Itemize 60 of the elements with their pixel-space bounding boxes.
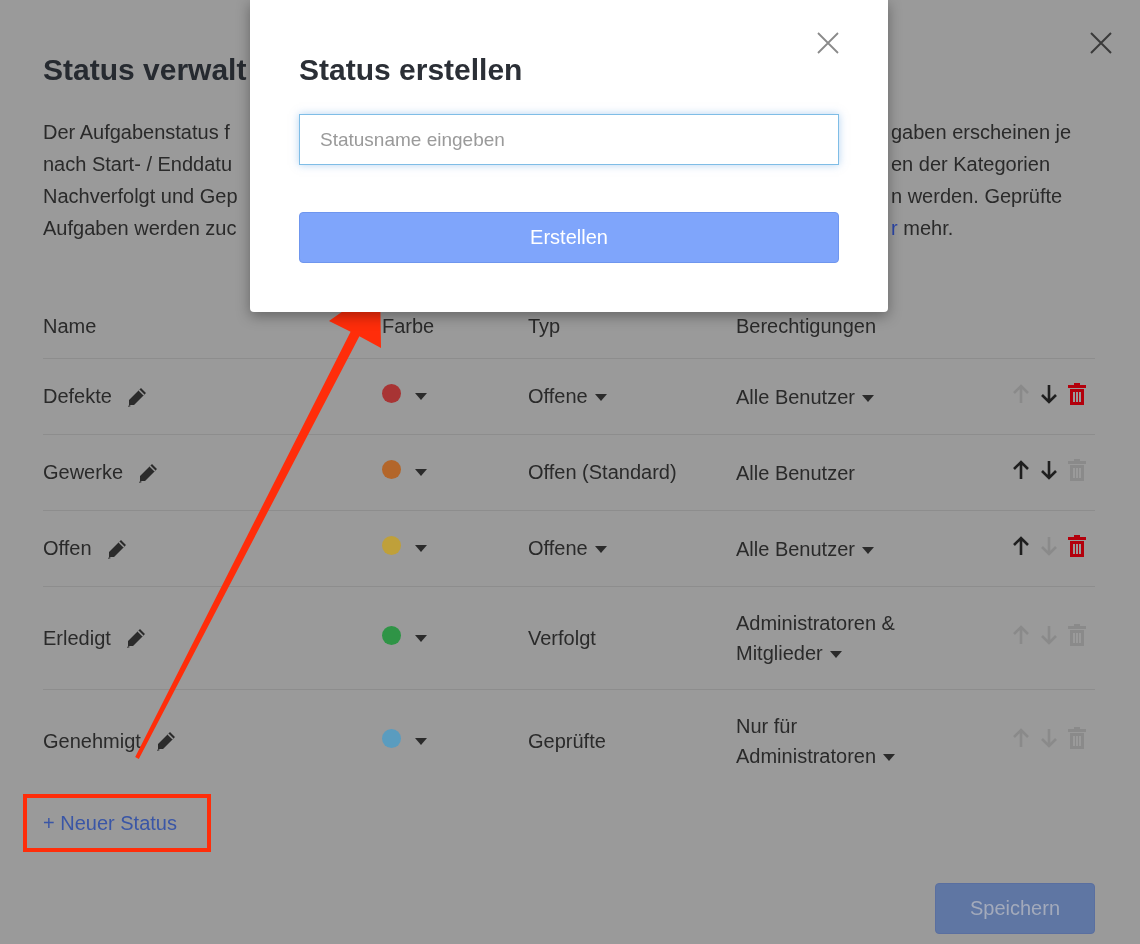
caret-icon[interactable] [415, 545, 427, 552]
trash-icon[interactable] [1068, 382, 1086, 405]
type-text[interactable]: Offene [528, 537, 607, 560]
description-text: Aufgaben werden zuc [43, 216, 238, 241]
column-header: Berechtigungen [736, 314, 878, 338]
pencil-icon[interactable] [137, 461, 160, 484]
type-text: Offen (Standard) [528, 461, 677, 484]
description-text: gaben erscheinen je [891, 121, 1072, 143]
caret-icon[interactable] [594, 394, 607, 402]
status-name: Defekte [43, 385, 112, 408]
caret-icon[interactable] [861, 546, 874, 554]
description-text: en der Kategorien [891, 153, 1050, 175]
color-dot[interactable] [382, 536, 401, 555]
permission-text[interactable]: Alle Benutzer [736, 381, 874, 412]
type-text[interactable]: Offene [528, 385, 607, 408]
type-text: Verfolgt [528, 626, 596, 650]
color-dot[interactable] [382, 460, 401, 479]
pencil-icon[interactable] [154, 730, 177, 752]
color-dot[interactable] [382, 384, 401, 403]
up-arrow-icon[interactable] [1012, 535, 1030, 556]
description-text: Der Aufgabenstatus f [43, 120, 231, 145]
column-header: Farbe [382, 314, 436, 338]
type-text: Geprüfte [528, 729, 606, 753]
color-dot[interactable] [382, 625, 401, 645]
caret-icon[interactable] [594, 546, 607, 554]
description-text: n werden. Geprüfte [891, 185, 1063, 207]
panel-title: Status verwalt [43, 52, 247, 88]
caret-icon[interactable] [415, 737, 427, 745]
status-name-field[interactable]: Statusname eingeben [299, 114, 839, 165]
up-arrow-icon[interactable] [1012, 459, 1030, 480]
caret-icon[interactable] [829, 651, 842, 659]
column-header: Name [43, 314, 98, 338]
down-arrow-icon[interactable] [1040, 383, 1058, 404]
description-link[interactable]: r [891, 217, 898, 239]
description-text: mehr. [902, 217, 954, 239]
caret-icon[interactable] [883, 754, 896, 762]
status-name: Offen [43, 537, 92, 560]
column-header: Typ [528, 314, 562, 338]
caret-icon[interactable] [415, 393, 427, 400]
permission-text[interactable]: Nur für Administratoren [736, 711, 926, 771]
pencil-icon[interactable] [125, 385, 148, 408]
close-icon[interactable] [1090, 32, 1112, 54]
down-arrow-icon[interactable] [1040, 459, 1058, 480]
permission-text[interactable]: Administratoren & Mitglieder [736, 608, 926, 668]
close-icon[interactable] [817, 32, 839, 54]
pencil-icon[interactable] [124, 627, 147, 649]
status-name: Erledigt [43, 626, 111, 650]
status-name: Genehmigt [43, 729, 141, 753]
description-text: Nachverfolgt und Gep [43, 184, 239, 209]
trash-icon[interactable] [1068, 534, 1086, 557]
description-text: nach Start- / Enddatu [43, 152, 233, 177]
caret-icon[interactable] [415, 634, 427, 642]
dialog-title: Status erstellen [299, 52, 523, 88]
caret-icon[interactable] [415, 469, 427, 476]
color-dot[interactable] [382, 728, 401, 748]
pencil-icon[interactable] [105, 537, 128, 560]
status-name: Gewerke [43, 461, 124, 484]
permission-text[interactable]: Alle Benutzer [736, 533, 874, 564]
permission-text: Alle Benutzer [736, 460, 855, 486]
caret-icon[interactable] [861, 394, 874, 402]
